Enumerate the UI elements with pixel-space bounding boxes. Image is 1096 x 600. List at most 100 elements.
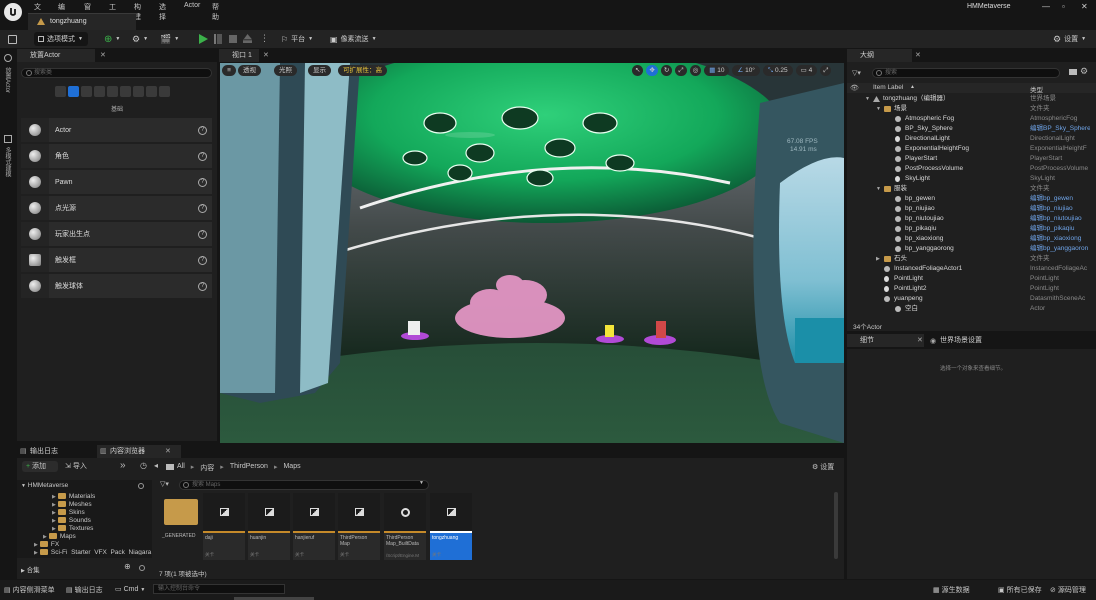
breadcrumb-item[interactable]: All [177, 463, 185, 473]
show-button[interactable]: 显示 [308, 65, 331, 76]
side-place-actor-icon[interactable] [4, 54, 12, 62]
tab-output-log[interactable]: 输出日志 [17, 445, 93, 458]
tree-folder[interactable]: ▶ FX [34, 541, 59, 549]
history-back-icon[interactable]: ◷ [140, 461, 147, 470]
breadcrumb-item[interactable]: ThirdPerson [230, 463, 268, 473]
step-icon[interactable] [214, 34, 222, 44]
outliner-row[interactable]: bp_niujiao 编辑bp_niujiao [847, 204, 1096, 214]
outliner-row[interactable]: PointLight PointLight [847, 274, 1096, 284]
outliner-search-input[interactable]: 搜索 [872, 68, 1060, 78]
outliner-item-type[interactable]: 编辑bp_niujiao [1030, 204, 1090, 214]
outliner-item-type[interactable]: 编辑bp_xiaoxiong [1030, 234, 1090, 244]
col-item-label[interactable]: Item Label [873, 84, 903, 91]
gear-icon[interactable]: ⚙ [1080, 66, 1088, 77]
asset-search-input[interactable]: 搜索 Maps [179, 480, 429, 490]
expand-sources-icon[interactable]: » [120, 460, 126, 471]
outliner-row[interactable]: InstancedFoliageActor1 InstancedFoliageAc [847, 264, 1096, 274]
console-input[interactable]: 输入控制台命令 [153, 584, 285, 594]
expand-arrow-icon[interactable]: ▼ [865, 94, 870, 104]
outliner-row[interactable]: BP_Sky_Sphere 编辑BP_Sky_Sphere [847, 124, 1096, 134]
expand-arrow-icon[interactable]: ▼ [876, 104, 881, 114]
menu-item[interactable]: Actor [184, 2, 200, 9]
maximize-button[interactable]: ▫ [1062, 2, 1065, 11]
outliner-row[interactable]: PointLight2 PointLight [847, 284, 1096, 294]
tab-world-settings[interactable]: 世界场景设置 [927, 334, 1012, 347]
outliner-row[interactable]: DirectionalLight DirectionalLight [847, 134, 1096, 144]
outliner-item-type[interactable]: 编辑bp_pikaqiu [1030, 224, 1090, 234]
asset-tile[interactable]: _GENERATED [160, 493, 202, 560]
close-tab-icon[interactable]: ✕ [100, 51, 106, 59]
source-control-button[interactable]: ⊘ 源码管理 [1050, 585, 1086, 595]
help-icon[interactable]: ? [198, 203, 207, 213]
tree-folder[interactable]: ▶ Materials [52, 493, 95, 501]
import-button[interactable]: ⇲ 导入 [65, 461, 87, 472]
viewport-menu-button[interactable]: ≡ [222, 65, 236, 76]
actor-row[interactable]: 触发球体? [21, 274, 212, 298]
category-lights-icon[interactable] [81, 86, 92, 97]
outliner-item-type[interactable]: 编辑bp_yanggaoron [1030, 244, 1090, 254]
outliner-item-type[interactable]: 编辑bp_niutoujiao [1030, 214, 1090, 224]
add-button[interactable]: + 添加 [22, 461, 58, 472]
asset-tile[interactable]: ThirdPerson Map_BuiltData/Script/Engine.… [384, 493, 426, 560]
content-settings-button[interactable]: ⚙ 设置 [812, 462, 834, 472]
scale-tool-icon[interactable]: ⤢ [675, 65, 687, 76]
grid-snap-button[interactable]: ▦ 10 [704, 65, 730, 76]
help-icon[interactable]: ? [198, 229, 207, 239]
tree-root[interactable]: ▼ HMMetaverse [21, 482, 68, 489]
side-tab-modeling[interactable]: 多模式建模 [3, 147, 12, 177]
minimize-button[interactable]: — [1042, 2, 1050, 11]
filter-icon[interactable]: ▽▾ [852, 69, 861, 77]
scalability-warning[interactable]: 可扩展性：高 [338, 65, 387, 76]
tree-folder[interactable]: ▶ Skins [52, 509, 85, 517]
side-tab-place-actor[interactable]: 放置Actor [3, 67, 12, 93]
help-icon[interactable]: ? [198, 255, 207, 265]
world-space-icon[interactable]: ◎ [689, 65, 702, 76]
help-icon[interactable]: ? [198, 125, 207, 135]
tab-details[interactable]: 细节 [847, 334, 924, 347]
save-all-button[interactable]: ▣ 所有已保存 [998, 585, 1042, 595]
tab-outliner[interactable]: 大纲 [847, 49, 912, 62]
blueprint-button[interactable]: ⚙ ▼ [132, 32, 148, 46]
category-all-classes-icon[interactable] [159, 86, 170, 97]
close-button[interactable]: ✕ [1081, 2, 1088, 11]
menu-item[interactable]: 帮助 [212, 2, 219, 22]
angle-snap-button[interactable]: ∠ 10° [732, 65, 760, 76]
actor-search-input[interactable]: 搜索类 [21, 68, 212, 78]
rotate-tool-icon[interactable]: ↻ [660, 65, 673, 76]
viewport-scene[interactable]: ≡ 透视 光照 显示 可扩展性：高 ↖ ✥ ↻ ⤢ ◎ ▦ 10 ∠ 10° ⤡… [220, 63, 844, 443]
maximize-viewport-icon[interactable]: ⤢ [820, 65, 832, 76]
add-content-button[interactable]: ⊕ ▼ [104, 32, 120, 46]
eject-icon[interactable] [243, 34, 252, 43]
asset-scrollbar[interactable] [834, 492, 838, 559]
lit-button[interactable]: 光照 [274, 65, 297, 76]
actor-row[interactable]: Actor? [21, 118, 212, 142]
search-collections-icon[interactable] [139, 565, 145, 571]
outliner-row[interactable]: 空白 Actor [847, 304, 1096, 314]
category-cinematic-icon[interactable] [107, 86, 118, 97]
unreal-logo-icon[interactable] [4, 3, 22, 21]
output-log-button[interactable]: ▤ 输出日志 [66, 585, 103, 595]
side-modeling-icon[interactable] [4, 135, 12, 143]
asset-tile[interactable]: ThirdPerson Map 关卡 [338, 493, 380, 560]
outliner-row[interactable]: bp_yanggaorong 编辑bp_yanggaoron [847, 244, 1096, 254]
outliner-row[interactable]: PlayerStart PlayerStart [847, 154, 1096, 164]
document-tab[interactable]: tongzhuang [28, 13, 136, 30]
content-drawer-button[interactable]: ▤ 内容侧滑菜单 [4, 585, 55, 595]
category-geometry-icon[interactable] [133, 86, 144, 97]
cinematics-button[interactable]: 🎬 ▼ [160, 32, 179, 46]
tree-folder[interactable]: ▶ Textures [52, 525, 93, 533]
outliner-row[interactable]: SkyLight SkyLight [847, 174, 1096, 184]
asset-tile[interactable]: tongzhuang 关卡 [430, 493, 472, 560]
asset-tile[interactable]: huanjin 关卡 [248, 493, 290, 560]
tab-place-actors[interactable]: 放置Actor [17, 49, 95, 62]
camera-speed-button[interactable]: ▭ 4 [795, 65, 818, 76]
actor-row[interactable]: Pawn? [21, 170, 212, 194]
outliner-row[interactable]: bp_niutoujiao 编辑bp_niutoujiao [847, 214, 1096, 224]
select-tool-icon[interactable]: ↖ [632, 65, 644, 76]
actor-row[interactable]: 点光源? [21, 196, 212, 220]
breadcrumb-item[interactable]: Maps [283, 463, 300, 473]
close-tab-icon[interactable]: ✕ [263, 51, 269, 59]
close-tab-icon[interactable]: ✕ [165, 447, 171, 455]
magnifier-icon[interactable] [138, 483, 144, 489]
platform-button[interactable]: ⚐ 平台 ▼ [281, 32, 313, 46]
